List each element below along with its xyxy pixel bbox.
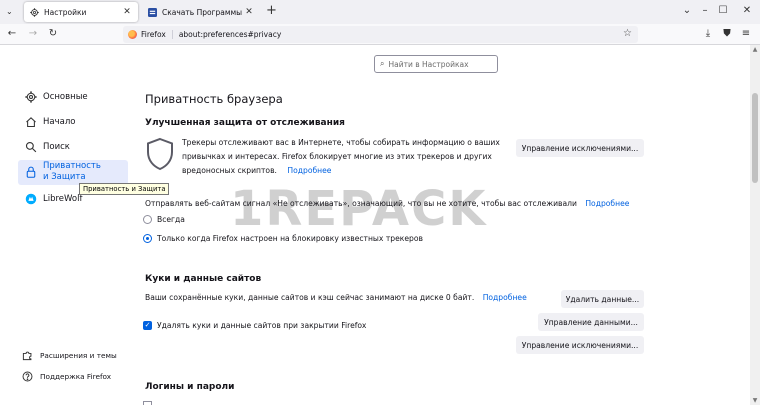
identity-label: Firefox: [141, 30, 166, 39]
search-input[interactable]: ⌕ Найти в Настройках: [374, 55, 498, 73]
sidebar-item-label: Поиск: [43, 142, 70, 152]
scroll-down-icon[interactable]: ▼: [750, 397, 760, 404]
url-bar[interactable]: Firefox about:preferences#privacy ☆: [123, 26, 638, 43]
gear-icon: [24, 91, 37, 104]
radio-label: Только когда Firefox настроен на блокиро…: [157, 234, 423, 243]
dnt-learn-more-link[interactable]: Подробнее: [585, 199, 629, 208]
shield-extension-icon[interactable]: ⛊: [720, 28, 734, 40]
footer-link-label: Расширения и темы: [40, 351, 117, 360]
cookies-learn-more-link[interactable]: Подробнее: [483, 293, 527, 302]
radio-indicator[interactable]: [143, 215, 152, 224]
chevron-down-icon[interactable]: ⌄: [680, 3, 694, 19]
dnt-description: Отправлять веб-сайтам сигнал «Не отслежи…: [145, 197, 629, 211]
dnt-always-radio[interactable]: Всегда: [143, 215, 185, 224]
identity-box[interactable]: Firefox: [128, 30, 173, 39]
sidebar-item-label: Начало: [43, 117, 76, 127]
firefox-logo-icon: [128, 30, 137, 39]
navigation-toolbar: ← → ↻ Firefox about:preferences#privacy …: [0, 24, 760, 45]
close-tab-icon[interactable]: ✕: [244, 7, 254, 17]
cookies-heading: Куки и данные сайтов: [145, 274, 262, 284]
sidebar-item-general[interactable]: Основные: [18, 89, 128, 105]
dnt-text: Отправлять веб-сайтам сигнал «Не отслежи…: [145, 199, 577, 208]
logins-heading: Логины и пароли: [145, 382, 235, 392]
radio-indicator[interactable]: [143, 234, 152, 243]
gear-icon: [30, 7, 39, 17]
lock-icon: [24, 165, 37, 178]
etp-description-line: привычках и интересах. Firefox блокирует…: [182, 152, 492, 161]
tab-title: Настройки: [44, 7, 87, 17]
close-window-icon[interactable]: ✕: [740, 3, 754, 19]
cookies-manage-exceptions-button[interactable]: Управление исключениями...: [516, 336, 644, 354]
bookmark-star-icon[interactable]: ☆: [623, 28, 632, 39]
sidebar-item-label: Основные: [43, 92, 88, 102]
clear-data-button[interactable]: Удалить данные...: [561, 290, 644, 308]
checkmark-icon[interactable]: ✓: [143, 321, 152, 330]
search-icon: ⌕: [380, 59, 385, 68]
search-icon: [24, 141, 37, 154]
cookies-description: Ваши сохранённые куки, данные сайтов и к…: [145, 291, 527, 305]
manage-data-button[interactable]: Управление данными...: [538, 313, 644, 331]
minimize-icon[interactable]: –: [698, 3, 712, 19]
help-icon: [22, 371, 33, 382]
tab-settings[interactable]: Настройки ✕: [24, 2, 138, 22]
preferences-page: ⌕ Найти в Настройках Основные Начало Пои…: [0, 45, 750, 405]
menu-icon[interactable]: ≡: [739, 28, 753, 40]
tab-strip: ⌄ Настройки ✕ Скачать Программы для комп…: [0, 0, 760, 24]
sidebar-footer-support[interactable]: Поддержка Firefox: [22, 371, 111, 382]
scroll-up-icon[interactable]: ▲: [750, 46, 760, 53]
puzzle-icon: [22, 350, 33, 361]
tooltip: Приватность и Защита: [79, 183, 170, 195]
etp-heading: Улучшенная защита от отслеживания: [145, 118, 345, 128]
tab-title: Скачать Программы для компьютера: [162, 7, 244, 17]
sidebar-item-privacy[interactable]: Приватность и Защита: [18, 160, 128, 185]
footer-link-label: Поддержка Firefox: [40, 372, 112, 381]
cookies-text: Ваши сохранённые куки, данные сайтов и к…: [145, 293, 475, 302]
radio-label: Всегда: [157, 215, 185, 224]
list-all-tabs-icon[interactable]: ⌄: [6, 7, 13, 16]
delete-cookies-on-close-checkbox[interactable]: ✓ Удалять куки и данные сайтов при закры…: [143, 321, 366, 330]
checkbox-label: Удалять куки и данные сайтов при закрыти…: [157, 321, 367, 330]
etp-description-text: вредоносных скриптов.: [182, 166, 277, 175]
back-icon[interactable]: ←: [5, 27, 19, 41]
tab-download-site[interactable]: Скачать Программы для компьютера ✕: [142, 2, 260, 22]
reload-icon[interactable]: ↻: [46, 27, 60, 41]
page-scrollbar[interactable]: ▲ ▼: [750, 45, 760, 405]
sidebar-footer-extensions[interactable]: Расширения и темы: [22, 350, 117, 361]
sidebar-item-label: Приватность и Защита: [43, 161, 101, 182]
forward-icon[interactable]: →: [26, 27, 40, 41]
scrollbar-thumb[interactable]: [752, 93, 758, 183]
home-icon: [24, 116, 37, 129]
downloads-icon[interactable]: ⤓: [701, 28, 715, 40]
site-favicon-icon: [148, 7, 157, 17]
dnt-when-blocking-radio[interactable]: Только когда Firefox настроен на блокиро…: [143, 234, 423, 243]
sidebar-item-label: LibreWolf: [43, 194, 83, 204]
search-placeholder: Найти в Настройках: [388, 59, 469, 69]
sidebar-item-home[interactable]: Начало: [18, 114, 128, 130]
new-tab-icon[interactable]: +: [266, 3, 277, 19]
sidebar-item-search[interactable]: Поиск: [18, 139, 128, 155]
close-tab-icon[interactable]: ✕: [122, 7, 132, 17]
etp-description-line: Трекеры отслеживают вас в Интернете, что…: [182, 138, 500, 147]
librewolf-icon: [24, 193, 37, 206]
maximize-icon[interactable]: ☐: [716, 3, 730, 19]
etp-manage-exceptions-button[interactable]: Управление исключениями...: [516, 139, 644, 157]
url-text[interactable]: about:preferences#privacy: [179, 30, 281, 39]
partial-checkbox[interactable]: [143, 401, 152, 405]
page-title: Приватность браузера: [145, 92, 283, 106]
shield-icon: [145, 137, 175, 174]
etp-learn-more-link[interactable]: Подробнее: [287, 166, 331, 175]
etp-description-line: вредоносных скриптов. Подробнее: [182, 164, 331, 178]
